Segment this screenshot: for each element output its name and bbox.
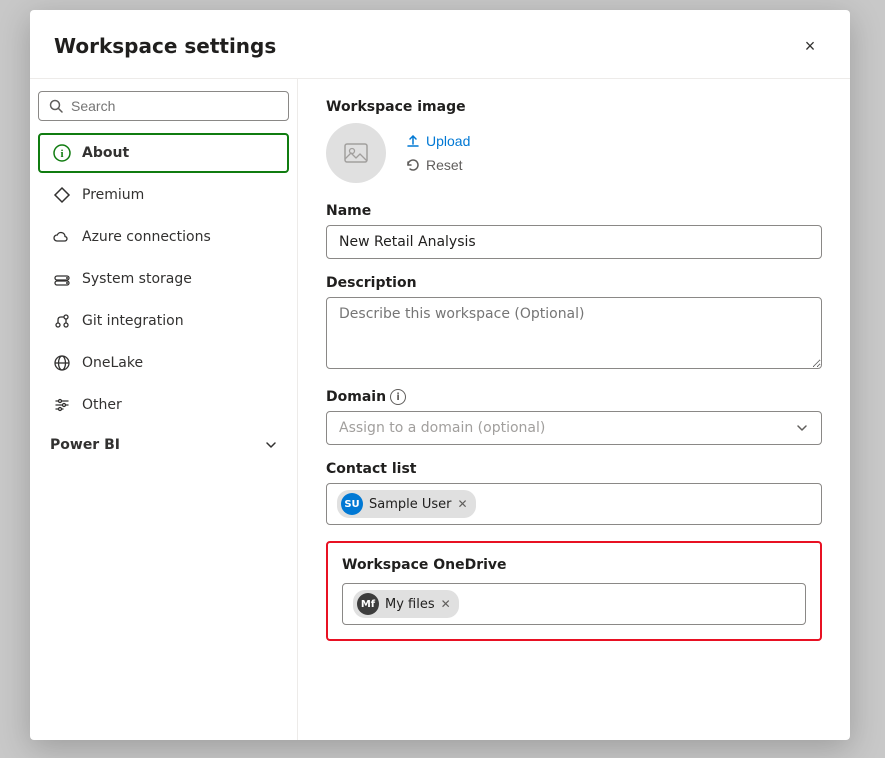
sidebar-item-storage[interactable]: System storage: [38, 259, 289, 299]
contact-list-input[interactable]: SU Sample User ✕: [326, 483, 822, 525]
reset-icon: [406, 158, 420, 172]
power-bi-label: Power BI: [50, 437, 120, 453]
modal-title: Workspace settings: [54, 34, 276, 58]
sidebar-item-storage-label: System storage: [82, 271, 192, 287]
sidebar-item-git[interactable]: Git integration: [38, 301, 289, 341]
sidebar-item-onelake-label: OneLake: [82, 355, 143, 371]
domain-chevron-icon: [795, 421, 809, 435]
image-actions: Upload Reset: [402, 131, 474, 175]
upload-icon: [406, 134, 420, 148]
domain-label: Domain i: [326, 389, 822, 405]
onedrive-input[interactable]: Mf My files ✕: [342, 583, 806, 625]
svg-text:i: i: [60, 148, 63, 160]
workspace-settings-modal: Workspace settings ×: [30, 10, 850, 740]
close-button[interactable]: ×: [794, 30, 826, 62]
contact-chip: SU Sample User ✕: [337, 490, 476, 518]
sidebar-item-about[interactable]: i About: [38, 133, 289, 173]
other-icon: [52, 395, 72, 415]
onelake-icon: [52, 353, 72, 373]
image-section: Upload Reset: [326, 123, 822, 183]
search-icon: [49, 99, 63, 113]
contact-chip-remove[interactable]: ✕: [458, 498, 468, 510]
sidebar-item-about-label: About: [82, 145, 129, 161]
domain-group: Domain i Assign to a domain (optional): [326, 389, 822, 445]
reset-button[interactable]: Reset: [402, 155, 474, 175]
sidebar-item-azure[interactable]: Azure connections: [38, 217, 289, 257]
description-input[interactable]: [326, 297, 822, 369]
sidebar-item-premium[interactable]: Premium: [38, 175, 289, 215]
sidebar-item-premium-label: Premium: [82, 187, 144, 203]
info-icon: i: [52, 143, 72, 163]
workspace-image-group: Workspace image: [326, 99, 822, 183]
domain-info-icon: i: [390, 389, 406, 405]
contact-chip-avatar: SU: [341, 493, 363, 515]
sidebar-item-onelake[interactable]: OneLake: [38, 343, 289, 383]
onedrive-title: Workspace OneDrive: [342, 557, 806, 573]
main-content: Workspace image: [298, 79, 850, 740]
description-label: Description: [326, 275, 822, 291]
contact-list-group: Contact list SU Sample User ✕: [326, 461, 822, 525]
workspace-onedrive-section: Workspace OneDrive Mf My files ✕: [326, 541, 822, 641]
name-input[interactable]: [326, 225, 822, 259]
sidebar-item-git-label: Git integration: [82, 313, 184, 329]
sidebar-item-other-label: Other: [82, 397, 122, 413]
diamond-icon: [52, 185, 72, 205]
myfiles-chip-avatar: Mf: [357, 593, 379, 615]
sidebar: i About Premium: [30, 79, 298, 740]
workspace-image-title: Workspace image: [326, 99, 822, 115]
chevron-down-icon: [265, 439, 277, 451]
search-input[interactable]: [71, 98, 278, 114]
power-bi-section[interactable]: Power BI: [38, 427, 289, 459]
contact-chip-label: Sample User: [369, 497, 452, 512]
storage-icon: [52, 269, 72, 289]
name-group: Name: [326, 203, 822, 259]
search-box[interactable]: [38, 91, 289, 121]
domain-select[interactable]: Assign to a domain (optional): [326, 411, 822, 445]
myfiles-chip: Mf My files ✕: [353, 590, 459, 618]
name-label: Name: [326, 203, 822, 219]
myfiles-chip-label: My files: [385, 597, 435, 612]
sidebar-item-other[interactable]: Other: [38, 385, 289, 425]
sidebar-item-azure-label: Azure connections: [82, 229, 211, 245]
cloud-icon: [52, 227, 72, 247]
myfiles-chip-remove[interactable]: ✕: [441, 598, 451, 610]
modal-body: i About Premium: [30, 79, 850, 740]
modal-overlay: Workspace settings ×: [0, 0, 885, 758]
domain-placeholder: Assign to a domain (optional): [339, 420, 545, 436]
description-group: Description: [326, 275, 822, 373]
upload-button[interactable]: Upload: [402, 131, 474, 151]
git-icon: [52, 311, 72, 331]
modal-header: Workspace settings ×: [30, 10, 850, 79]
workspace-image-placeholder: [326, 123, 386, 183]
contact-list-label: Contact list: [326, 461, 822, 477]
